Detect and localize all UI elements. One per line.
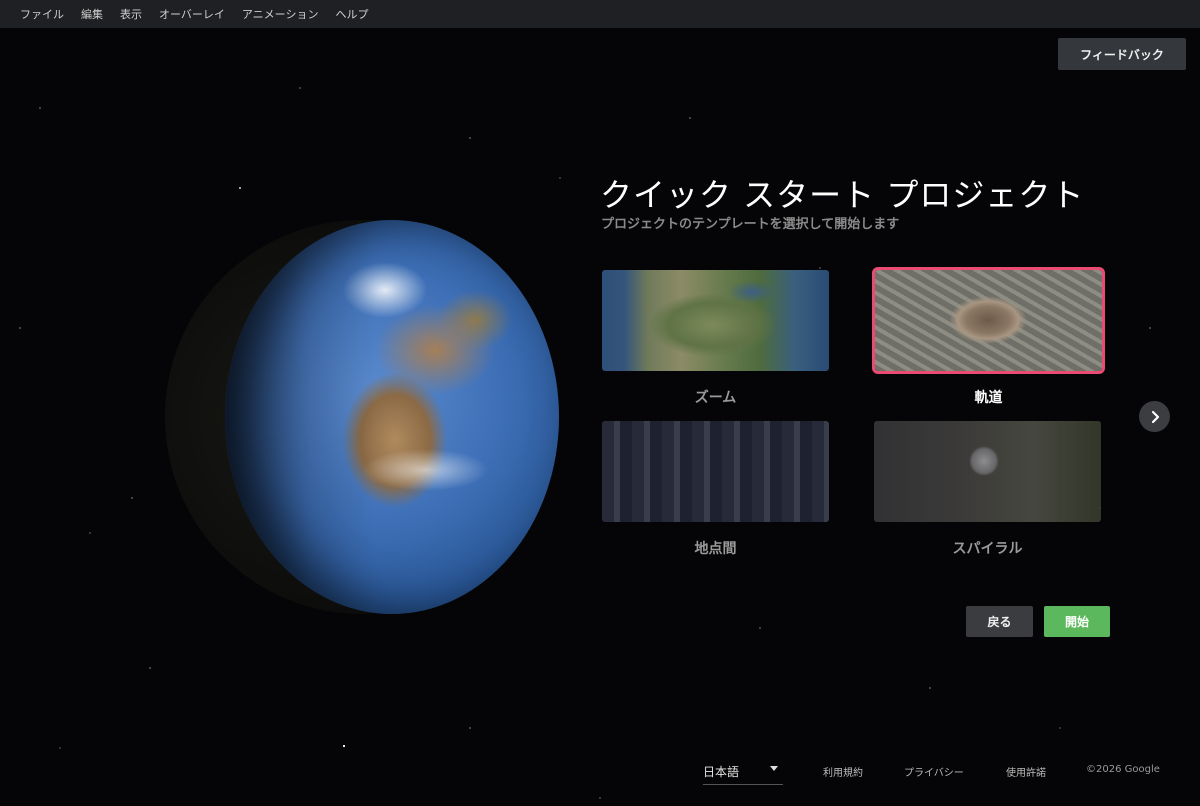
next-page-button[interactable] bbox=[1139, 401, 1170, 432]
start-button[interactable]: 開始 bbox=[1044, 606, 1110, 637]
template-card-orbit[interactable]: 軌道 bbox=[872, 267, 1105, 407]
template-card-spiral[interactable]: スパイラル bbox=[874, 421, 1101, 558]
page-title: クイック スタート プロジェクト bbox=[600, 176, 1085, 214]
license-link[interactable]: 使用許諾 bbox=[1006, 764, 1046, 779]
template-thumbnail-point-to-point[interactable] bbox=[602, 421, 829, 522]
template-thumbnail-spiral[interactable] bbox=[874, 421, 1101, 522]
template-label-zoom: ズーム bbox=[694, 390, 737, 406]
template-label-orbit: 軌道 bbox=[974, 390, 1003, 406]
privacy-link[interactable]: プライバシー bbox=[904, 764, 964, 779]
menu-edit[interactable]: 編集 bbox=[81, 6, 120, 22]
globe-terminator-shade bbox=[225, 220, 559, 614]
menu-bar: ファイル 編集 表示 オーバーレイ アニメーション ヘルプ bbox=[0, 0, 1200, 28]
page-subtitle: プロジェクトのテンプレートを選択して開始します bbox=[601, 217, 900, 232]
caret-down-icon bbox=[770, 766, 778, 771]
feedback-button[interactable]: フィードバック bbox=[1058, 38, 1186, 70]
template-label-point-to-point: 地点間 bbox=[694, 541, 737, 557]
copyright-text: ©2026 Google bbox=[1086, 764, 1160, 775]
menu-animation[interactable]: アニメーション bbox=[242, 6, 336, 22]
back-button[interactable]: 戻る bbox=[966, 606, 1033, 637]
menu-file[interactable]: ファイル bbox=[0, 6, 81, 22]
template-thumbnail-orbit[interactable] bbox=[872, 267, 1105, 374]
terms-link[interactable]: 利用規約 bbox=[823, 764, 863, 779]
template-card-zoom[interactable]: ズーム bbox=[602, 270, 829, 407]
menu-help[interactable]: ヘルプ bbox=[335, 6, 385, 22]
template-thumbnail-zoom[interactable] bbox=[602, 270, 829, 371]
earth-globe bbox=[165, 220, 559, 614]
template-card-point-to-point[interactable]: 地点間 bbox=[602, 421, 829, 558]
language-select-value: 日本語 bbox=[703, 765, 740, 779]
menu-view[interactable]: 表示 bbox=[120, 6, 159, 22]
template-label-spiral: スパイラル bbox=[952, 541, 1023, 557]
menu-overlay[interactable]: オーバーレイ bbox=[159, 6, 242, 22]
language-select[interactable]: 日本語 bbox=[703, 760, 783, 785]
chevron-right-icon bbox=[1151, 410, 1159, 423]
